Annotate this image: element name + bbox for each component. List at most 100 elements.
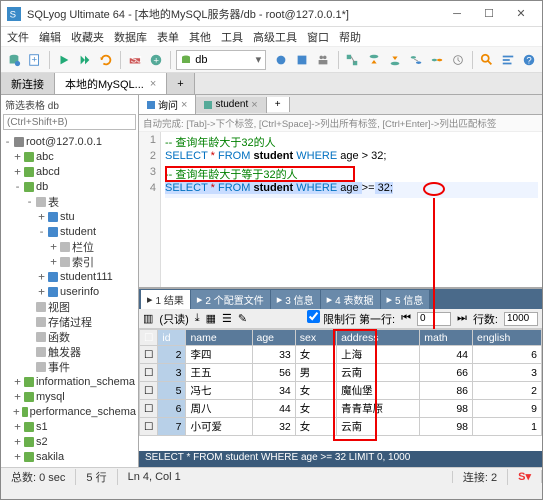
tree-node[interactable]: +information_schema — [1, 374, 138, 389]
format-icon[interactable] — [499, 49, 517, 71]
table-row[interactable]: ☐3王五56男云南663 — [140, 364, 542, 382]
nav-last-icon[interactable]: ⏭ — [457, 312, 467, 325]
view-form-icon[interactable]: ☰ — [222, 312, 232, 325]
database-selector[interactable]: db ▾ — [176, 50, 266, 70]
export-result-icon[interactable]: ⤓ — [195, 312, 200, 325]
schema-icon[interactable] — [343, 49, 361, 71]
result-tab[interactable]: ▸1 结果 — [141, 290, 190, 309]
tree-node[interactable]: 视图 — [1, 299, 138, 314]
users-icon[interactable] — [314, 49, 332, 71]
select-all-checkbox[interactable]: ☐ — [140, 330, 158, 346]
grid-nav-icon[interactable]: ▥ — [143, 312, 153, 325]
close-button[interactable]: ✕ — [506, 4, 536, 24]
view-grid-icon[interactable]: ▦ — [206, 312, 216, 325]
result-tab[interactable]: ▸3 信息 — [271, 290, 320, 309]
tree-node[interactable]: +mysql — [1, 389, 138, 404]
tree-node[interactable]: +userinfo — [1, 284, 138, 299]
row-checkbox[interactable]: ☐ — [140, 346, 158, 364]
object-tree[interactable]: -root@127.0.0.1+abc+abcd-db-表+stu-studen… — [1, 132, 138, 467]
code-line[interactable]: -- 查询年龄大于等于32的人 — [165, 166, 538, 182]
tree-node[interactable]: +索引 — [1, 254, 138, 269]
code-line[interactable]: -- 查询年龄大于32的人 — [165, 134, 538, 150]
result-tab[interactable]: ▸4 表数据 — [321, 290, 380, 309]
tree-node[interactable]: 存储过程 — [1, 314, 138, 329]
help-icon[interactable]: ? — [520, 49, 538, 71]
col-header[interactable]: math — [420, 330, 473, 346]
table-row[interactable]: ☐5冯七34女魔仙堡862 — [140, 382, 542, 400]
new-conn-icon[interactable] — [5, 49, 23, 71]
limit-checkbox[interactable]: 限制行 第一行: — [307, 310, 395, 327]
maximize-button[interactable]: ☐ — [474, 4, 504, 24]
nav-first-icon[interactable]: ⏮ — [401, 312, 411, 325]
sync-icon[interactable] — [407, 49, 425, 71]
export-icon[interactable] — [364, 49, 382, 71]
view-text-icon[interactable]: ✎ — [238, 312, 247, 325]
result-tab[interactable]: ▸5 信息 — [381, 290, 430, 309]
tree-node[interactable]: +s2 — [1, 434, 138, 449]
limit-rows-input[interactable] — [504, 312, 538, 326]
row-checkbox[interactable]: ☐ — [140, 418, 158, 436]
close-tab-icon[interactable]: × — [181, 99, 187, 111]
tree-node[interactable]: 函数 — [1, 329, 138, 344]
code-text[interactable]: -- 查询年龄大于32的人SELECT * FROM student WHERE… — [161, 132, 542, 287]
sja-icon[interactable]: SJA — [126, 49, 144, 71]
tree-node[interactable]: +student111 — [1, 269, 138, 284]
new-query-icon[interactable]: + — [26, 49, 44, 71]
tree-node[interactable]: -student — [1, 224, 138, 239]
add-conn-tab[interactable]: + — [167, 73, 194, 94]
add-editor-tab[interactable]: + — [267, 97, 290, 112]
menu-收藏夹[interactable]: 收藏夹 — [71, 29, 104, 45]
tree-node[interactable]: -db — [1, 179, 138, 194]
table-row[interactable]: ☐7小可爱32女云南981 — [140, 418, 542, 436]
col-header[interactable]: sex — [295, 330, 336, 346]
import-icon[interactable] — [386, 49, 404, 71]
col-header[interactable]: age — [252, 330, 295, 346]
limit-start-input[interactable] — [417, 312, 451, 326]
col-header[interactable]: name — [186, 330, 252, 346]
tree-node[interactable]: +stu — [1, 209, 138, 224]
menu-文件[interactable]: 文件 — [7, 29, 29, 45]
col-header[interactable]: address — [337, 330, 420, 346]
row-checkbox[interactable]: ☐ — [140, 364, 158, 382]
plus-icon[interactable]: + — [147, 49, 165, 71]
menu-工具[interactable]: 工具 — [221, 29, 243, 45]
code-line[interactable]: SELECT * FROM student WHERE age >= 32; — [165, 182, 538, 198]
table-row[interactable]: ☐2李四33女上海446 — [140, 346, 542, 364]
close-tab-icon[interactable]: × — [251, 99, 257, 111]
row-checkbox[interactable]: ☐ — [140, 382, 158, 400]
table-row[interactable]: ☐6周八44女青青草原989 — [140, 400, 542, 418]
sql-editor[interactable]: 1234 -- 查询年龄大于32的人SELECT * FROM student … — [139, 132, 542, 287]
menu-窗口[interactable]: 窗口 — [307, 29, 329, 45]
menu-其他[interactable]: 其他 — [189, 29, 211, 45]
conn-tab[interactable]: 本地的MySQL...× — [55, 73, 167, 94]
code-line[interactable]: SELECT * FROM student WHERE age > 32; — [165, 150, 538, 166]
tree-node[interactable]: -表 — [1, 194, 138, 209]
tree-node[interactable]: +栏位 — [1, 239, 138, 254]
menu-数据库[interactable]: 数据库 — [114, 29, 147, 45]
execute-all-icon[interactable] — [76, 49, 94, 71]
col-header[interactable]: id — [158, 330, 186, 346]
execute-icon[interactable] — [55, 49, 73, 71]
search-icon[interactable] — [478, 49, 496, 71]
minimize-button[interactable]: ─ — [442, 4, 472, 24]
tree-node[interactable]: +scott — [1, 464, 138, 467]
menu-编辑[interactable]: 编辑 — [39, 29, 61, 45]
tree-node[interactable]: -root@127.0.0.1 — [1, 134, 138, 149]
tree-node[interactable]: +performance_schema — [1, 404, 138, 419]
tree-node[interactable]: +abcd — [1, 164, 138, 179]
menu-高级工具[interactable]: 高级工具 — [253, 29, 297, 45]
tool-b-icon[interactable] — [293, 49, 311, 71]
menu-帮助[interactable]: 帮助 — [339, 29, 361, 45]
schedule-icon[interactable] — [449, 49, 467, 71]
tree-node[interactable]: +s1 — [1, 419, 138, 434]
tool-a-icon[interactable] — [272, 49, 290, 71]
editor-tab[interactable]: student× — [196, 97, 266, 113]
col-header[interactable]: english — [473, 330, 542, 346]
tree-node[interactable]: +abc — [1, 149, 138, 164]
menu-表单[interactable]: 表单 — [157, 29, 179, 45]
result-grid[interactable]: ☐idnameagesexaddressmathenglish☐2李四33女上海… — [139, 329, 542, 451]
refresh-icon[interactable] — [97, 49, 115, 71]
tree-node[interactable]: 事件 — [1, 359, 138, 374]
result-tab[interactable]: ▸2 个配置文件 — [191, 290, 270, 309]
filter-input[interactable] — [3, 114, 136, 130]
